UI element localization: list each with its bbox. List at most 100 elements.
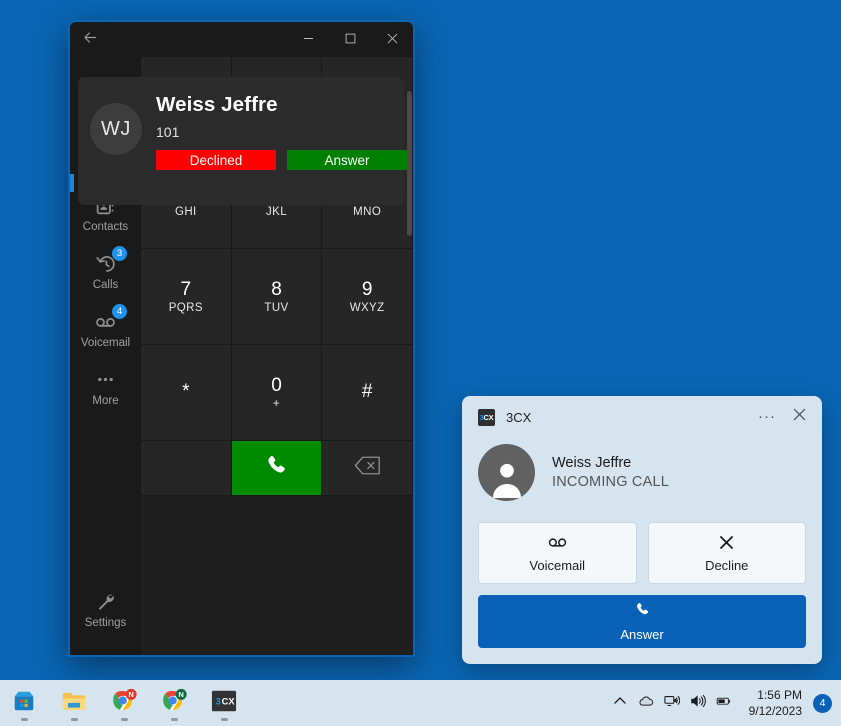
sidebar-item-label: Calls xyxy=(93,279,119,291)
svg-text:3: 3 xyxy=(216,696,221,706)
taskbar-item-microsoft-store[interactable] xyxy=(7,684,41,722)
sidebar-item-settings[interactable]: Settings xyxy=(70,581,141,639)
avatar xyxy=(478,444,535,501)
app-titlebar xyxy=(70,22,413,57)
logo-text-cx: CX xyxy=(483,413,493,422)
toast-caller-name: Weiss Jeffre xyxy=(552,455,669,471)
key-letters: TUV xyxy=(264,302,288,314)
maximize-icon xyxy=(345,31,356,49)
dialpad-key-7[interactable]: 7 PQRS xyxy=(141,249,232,345)
window-controls xyxy=(287,22,413,57)
key-letters: JKL xyxy=(266,206,287,218)
sidebar-item-label: More xyxy=(92,395,118,407)
sidebar-item-label: Contacts xyxy=(83,221,128,233)
file-explorer-icon xyxy=(61,688,87,719)
caller-name: Weiss Jeffre xyxy=(156,93,407,117)
running-indicator xyxy=(121,718,128,721)
notification-center-badge[interactable]: 4 xyxy=(813,694,832,713)
minimize-icon xyxy=(303,31,314,49)
key-digit: * xyxy=(182,382,189,401)
decline-button[interactable]: Decline xyxy=(648,522,807,584)
toast-caller-text: Weiss Jeffre INCOMING CALL xyxy=(552,455,669,490)
back-button[interactable] xyxy=(70,22,110,57)
network-button[interactable] xyxy=(659,687,685,719)
toast-header: 3CX 3CX ··· xyxy=(478,408,806,426)
phone-icon xyxy=(264,453,289,483)
dialpad-key-star[interactable]: * xyxy=(141,345,232,441)
taskbar-apps: N N xyxy=(0,684,241,722)
avatar: WJ xyxy=(90,103,142,155)
call-history-icon: 3 xyxy=(95,253,116,274)
battery-button[interactable] xyxy=(711,687,737,719)
wrench-icon xyxy=(95,591,116,612)
active-call-accent-strip xyxy=(70,174,74,192)
key-letters: PQRS xyxy=(169,302,203,314)
onedrive-button[interactable] xyxy=(633,687,659,719)
button-label: Voicemail xyxy=(529,558,585,573)
taskbar-clock[interactable]: 1:56 PM 9/12/2023 xyxy=(749,687,802,719)
sidebar-item-label: Settings xyxy=(85,617,127,629)
answer-button[interactable]: Answer xyxy=(287,150,407,170)
toast-close-button[interactable] xyxy=(793,408,806,426)
scrollbar-thumb[interactable] xyxy=(407,91,412,236)
voicemail-button[interactable]: Voicemail xyxy=(478,522,637,584)
sidebar-item-voicemail[interactable]: 4 Voicemail xyxy=(70,301,141,359)
3cx-app-window: WJ Weiss Jeffre 101 Declined Answer xyxy=(68,20,415,657)
chevron-up-icon xyxy=(612,693,628,714)
sidebar-item-calls[interactable]: 3 Calls xyxy=(70,243,141,301)
calls-badge: 3 xyxy=(112,246,127,261)
volume-button[interactable] xyxy=(685,687,711,719)
taskbar-tray: 1:56 PM 9/12/2023 4 xyxy=(607,687,841,719)
running-indicator xyxy=(171,718,178,721)
voicemail-icon: 4 xyxy=(95,311,116,332)
dialpad-key-hash[interactable]: # xyxy=(322,345,413,441)
key-digit: 0 xyxy=(271,376,282,395)
svg-text:CX: CX xyxy=(222,696,236,706)
app-scrollbar[interactable] xyxy=(406,57,413,655)
declined-button[interactable]: Declined xyxy=(156,150,276,170)
3cx-app-logo-icon: 3CX xyxy=(478,409,495,426)
backspace-button[interactable] xyxy=(322,441,413,496)
call-button[interactable] xyxy=(232,441,323,496)
phone-icon xyxy=(634,601,651,621)
caller-extension: 101 xyxy=(156,124,407,140)
taskbar: N N xyxy=(0,680,841,726)
windows-notification-toast: 3CX 3CX ··· Weiss Jeffre INCOMING CALL xyxy=(462,396,822,664)
svg-text:N: N xyxy=(178,690,183,699)
voicemail-badge: 4 xyxy=(112,304,127,319)
dialpad-empty-cell xyxy=(141,441,232,496)
arrow-left-icon xyxy=(82,29,99,51)
key-digit: 7 xyxy=(181,280,192,299)
battery-icon xyxy=(716,693,732,714)
running-indicator xyxy=(21,718,28,721)
dialpad-key-8[interactable]: 8 TUV xyxy=(232,249,323,345)
maximize-button[interactable] xyxy=(329,22,371,57)
taskbar-item-3cx[interactable]: 3 CX xyxy=(207,684,241,722)
toast-more-button[interactable]: ··· xyxy=(758,413,776,421)
answer-button[interactable]: Answer xyxy=(478,595,806,648)
close-button[interactable] xyxy=(371,22,413,57)
close-icon xyxy=(793,408,806,426)
taskbar-item-chrome-notion-2[interactable]: N xyxy=(157,684,191,722)
taskbar-item-chrome-notion-1[interactable]: N xyxy=(107,684,141,722)
caller-info: Weiss Jeffre 101 Declined Answer xyxy=(156,91,407,170)
sidebar-item-label: Voicemail xyxy=(81,337,130,349)
sidebar-item-more[interactable]: More xyxy=(70,359,141,417)
dialpad-key-9[interactable]: 9 WXYZ xyxy=(322,249,413,345)
clock-date: 9/12/2023 xyxy=(749,703,802,719)
ellipsis-icon xyxy=(95,369,116,390)
dialpad-key-0[interactable]: 0 + xyxy=(232,345,323,441)
close-icon xyxy=(387,31,398,49)
key-digit: 8 xyxy=(271,280,282,299)
show-hidden-icons-button[interactable] xyxy=(607,687,633,719)
clock-time: 1:56 PM xyxy=(757,687,802,703)
toast-caller-row: Weiss Jeffre INCOMING CALL xyxy=(478,444,806,501)
taskbar-item-file-explorer[interactable] xyxy=(57,684,91,722)
key-letters: GHI xyxy=(175,206,197,218)
call-action-buttons: Declined Answer xyxy=(156,150,407,170)
minimize-button[interactable] xyxy=(287,22,329,57)
incoming-call-card: WJ Weiss Jeffre 101 Declined Answer xyxy=(78,77,404,205)
backspace-icon xyxy=(354,456,381,480)
key-letters: MNO xyxy=(353,206,381,218)
key-letters: + xyxy=(273,398,280,410)
